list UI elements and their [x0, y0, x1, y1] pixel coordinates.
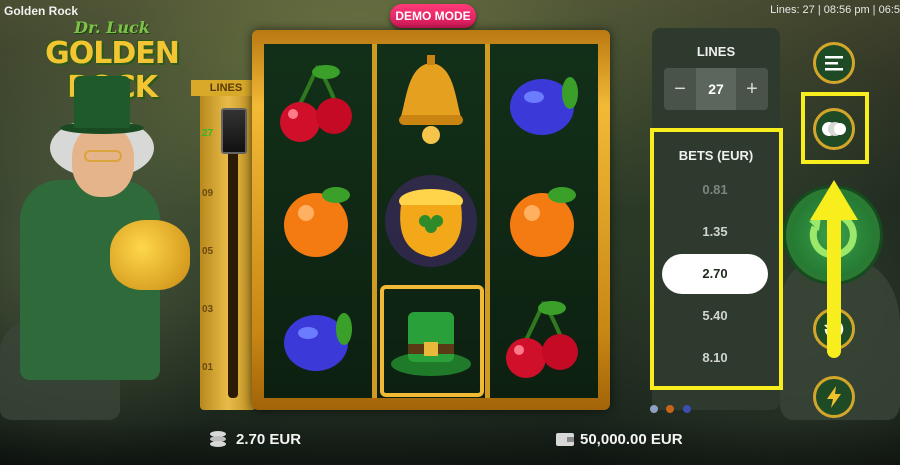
reel-1	[264, 44, 372, 398]
leprechaun-character	[0, 70, 200, 390]
orange-icon	[490, 162, 598, 280]
reel-divider	[485, 44, 490, 398]
bell-icon	[377, 44, 485, 162]
pot-of-gold-prop	[110, 220, 190, 290]
plum-icon	[490, 44, 598, 162]
lines-tick-label: 09	[202, 188, 214, 199]
reel-3	[490, 44, 598, 398]
page-dots	[650, 400, 710, 416]
lines-increase-button[interactable]: +	[736, 68, 768, 110]
footer-bar	[0, 420, 900, 465]
balance: 50,000.00 EUR	[580, 431, 683, 448]
bet-coins-icon	[210, 431, 226, 447]
cherry-icon	[264, 44, 372, 162]
total-bet: 2.70 EUR	[236, 431, 302, 448]
lines-slider-header: LINES	[191, 80, 261, 96]
page-dot[interactable]	[682, 405, 691, 413]
lines-stepper: − 27 +	[664, 68, 768, 110]
lines-title: LINES	[696, 44, 736, 59]
winning-symbol-highlight	[380, 285, 484, 397]
reel-divider	[372, 44, 377, 398]
lines-slider-handle[interactable]	[221, 108, 247, 154]
lines-tick-label: 05	[202, 246, 214, 257]
demo-mode-badge: DEMO MODE	[390, 4, 476, 28]
lightning-icon	[827, 386, 841, 408]
status-readout: Lines: 27 | 08:56 pm | 06:5	[770, 4, 900, 16]
cherry-icon	[490, 280, 598, 398]
lines-tick-label: 01	[202, 362, 214, 373]
logo-subtitle: Dr. Luck	[74, 18, 150, 37]
lines-tick-label: 03	[202, 304, 214, 315]
character-glasses	[84, 150, 122, 162]
plum-icon	[264, 280, 372, 398]
page-dot[interactable]	[666, 405, 675, 413]
game-logo: Dr. Luck GOLDEN ROCK	[12, 18, 212, 105]
bet-settings-highlight-box	[801, 92, 869, 164]
turbo-button[interactable]	[813, 376, 855, 418]
wallet-icon	[556, 433, 574, 446]
lines-value: 27	[696, 68, 736, 110]
pot-of-gold-icon	[377, 162, 485, 280]
lines-tick-label: 27	[202, 128, 214, 139]
orange-icon	[264, 162, 372, 280]
bets-highlight-box	[650, 128, 783, 390]
lines-decrease-button[interactable]: −	[664, 68, 696, 110]
character-hat	[74, 76, 130, 128]
page-dot[interactable]	[650, 405, 658, 413]
app-title: Golden Rock	[4, 4, 79, 18]
hint-arrow-head	[810, 180, 858, 220]
menu-icon	[825, 56, 843, 71]
menu-button[interactable]	[813, 42, 855, 84]
hint-arrow-shaft	[827, 196, 841, 358]
